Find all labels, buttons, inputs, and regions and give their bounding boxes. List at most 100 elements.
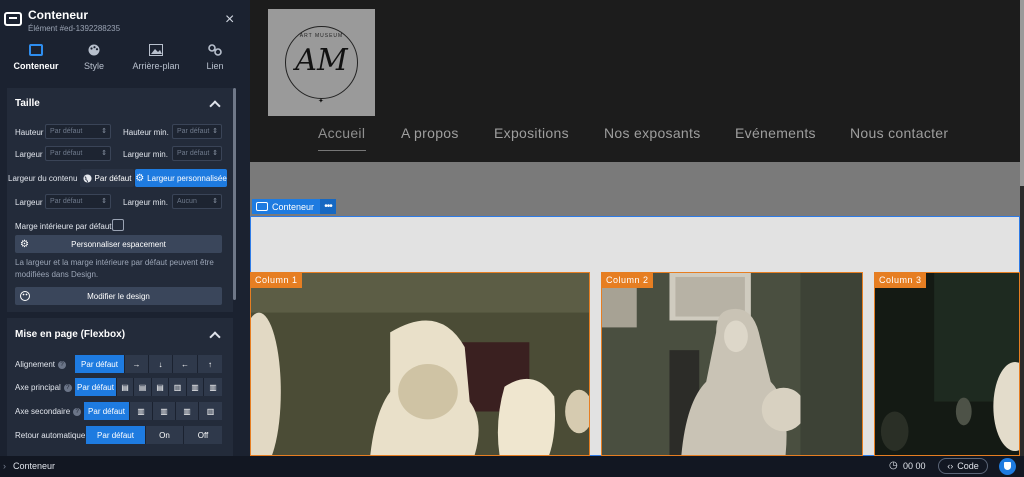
- tab-label: Lien: [206, 61, 224, 71]
- nav-item-nous-contacter[interactable]: Nous contacter: [850, 125, 948, 141]
- palette-icon: [88, 44, 100, 56]
- wrap-label: Retour automatique: [15, 431, 86, 440]
- nav-item-accueil[interactable]: Accueil: [318, 125, 365, 141]
- cross-axis-control: Par défaut ▥ ▥ ▥ ▥: [84, 402, 222, 420]
- sculpture-photo: [251, 273, 589, 455]
- nav-item-expositions[interactable]: Expositions: [494, 125, 569, 141]
- panel-tabs: Conteneur Style Arrière-plan Lien: [0, 44, 250, 80]
- button-label: Largeur personnalisée: [147, 173, 227, 183]
- chevron-up-icon[interactable]: [209, 331, 221, 343]
- timer: 00 00: [903, 461, 926, 471]
- code-button-label: Code: [957, 461, 979, 471]
- container-icon: [29, 44, 43, 56]
- code-button[interactable]: ‹› Code: [938, 458, 988, 474]
- column-tag[interactable]: Column 1: [251, 273, 302, 288]
- cross-axis-default-option[interactable]: Par défaut: [84, 402, 130, 420]
- content-width-default-button[interactable]: Par défaut: [80, 169, 134, 187]
- tab-conteneur[interactable]: Conteneur: [12, 44, 60, 71]
- min-height-input[interactable]: Par défaut: [172, 124, 222, 139]
- column-1[interactable]: Column 1: [250, 272, 590, 456]
- min-width-input[interactable]: Par défaut: [172, 146, 222, 161]
- alignment-right-option[interactable]: →: [125, 355, 149, 373]
- width2-input[interactable]: Par défaut: [45, 194, 111, 209]
- section-title: Mise en page (Flexbox): [15, 329, 126, 340]
- close-icon[interactable]: ×: [225, 12, 234, 28]
- site-logo[interactable]: ART MUSEUM AM ✦: [268, 9, 375, 116]
- button-label: Par défaut: [94, 173, 132, 183]
- tab-arriere-plan[interactable]: Arrière-plan: [128, 44, 184, 71]
- wrap-on-option[interactable]: On: [146, 426, 184, 444]
- tab-label: Arrière-plan: [132, 61, 180, 71]
- column-2[interactable]: Column 2: [601, 272, 863, 456]
- min-height-label: Hauteur min.: [123, 128, 169, 137]
- sculpture-photo: [875, 273, 1019, 455]
- min-width-label: Largeur min.: [123, 150, 168, 159]
- section-title: Taille: [15, 98, 40, 109]
- active-nav-underline: [318, 150, 366, 151]
- nav-item-nos-exposants[interactable]: Nos exposants: [604, 125, 701, 141]
- alignment-down-option[interactable]: ↓: [149, 355, 173, 373]
- width-input[interactable]: Par défaut: [45, 146, 111, 161]
- panel-scrollbar[interactable]: [233, 88, 236, 300]
- help-icon[interactable]: ?: [63, 383, 72, 392]
- justify-between-icon[interactable]: ▥: [169, 378, 187, 396]
- alignment-up-option[interactable]: ↑: [198, 355, 222, 373]
- settings-panel: Conteneur Élément #ed-1392288235 × Conte…: [0, 0, 250, 456]
- design-note: La largeur et la marge intérieure par dé…: [15, 258, 214, 279]
- sculpture-photo: [602, 273, 862, 455]
- main-axis-default-option[interactable]: Par défaut: [75, 378, 117, 396]
- help-icon[interactable]: ?: [73, 407, 82, 416]
- column-tag[interactable]: Column 2: [602, 273, 653, 288]
- logo-top-text: ART MUSEUM: [299, 33, 344, 39]
- preview-scrollbar[interactable]: [1020, 0, 1024, 456]
- height-input[interactable]: Par défaut: [45, 124, 111, 139]
- edit-design-button[interactable]: Modifier le design: [15, 287, 222, 305]
- justify-around-icon[interactable]: ▥: [187, 378, 204, 396]
- wrap-default-option[interactable]: Par défaut: [86, 426, 146, 444]
- scrollbar-thumb[interactable]: [1020, 0, 1024, 186]
- container-tag[interactable]: Conteneur •••: [252, 199, 337, 214]
- alignment-default-option[interactable]: Par défaut: [75, 355, 125, 373]
- min-width2-input[interactable]: Aucun: [172, 194, 222, 209]
- panel-header: Conteneur Élément #ed-1392288235 ×: [0, 0, 250, 40]
- alignment-left-option[interactable]: ←: [173, 355, 198, 373]
- container-tag-label: Conteneur: [272, 201, 315, 212]
- alignment-label: Alignement?: [15, 360, 67, 369]
- content-width-custom-button[interactable]: ⚙ Largeur personnalisée: [135, 169, 227, 187]
- nav-item-evenements[interactable]: Evénements: [735, 125, 816, 141]
- column-3[interactable]: Column 3: [874, 272, 1020, 456]
- shield-icon[interactable]: [999, 458, 1016, 475]
- image-icon: [149, 44, 163, 56]
- align-start-icon[interactable]: ▥: [130, 402, 153, 420]
- tab-style[interactable]: Style: [78, 44, 110, 71]
- alignment-control: Par défaut → ↓ ← ↑: [75, 355, 222, 373]
- more-icon[interactable]: •••: [320, 199, 337, 214]
- cross-axis-label: Axe secondaire?: [15, 407, 82, 416]
- height-label: Hauteur: [15, 128, 44, 137]
- justify-center-icon[interactable]: ▤: [134, 378, 152, 396]
- link-icon: [208, 44, 222, 56]
- wrap-off-option[interactable]: Off: [184, 426, 222, 444]
- customize-spacing-button[interactable]: ⚙ Personnaliser espacement: [15, 235, 222, 253]
- chevron-up-icon[interactable]: [209, 100, 221, 112]
- align-end-icon[interactable]: ▥: [176, 402, 199, 420]
- container-icon: [256, 202, 268, 211]
- align-center-icon[interactable]: ▥: [153, 402, 176, 420]
- clock-icon: ◷: [889, 460, 898, 471]
- app: Conteneur Élément #ed-1392288235 × Conte…: [0, 0, 1024, 477]
- default-padding-checkbox[interactable]: [112, 219, 124, 231]
- justify-evenly-icon[interactable]: ▥: [204, 378, 222, 396]
- content-width-label: Largeur du contenu: [8, 174, 78, 183]
- tab-lien[interactable]: Lien: [200, 44, 230, 71]
- min-width2-label: Largeur min.: [123, 198, 168, 207]
- help-icon[interactable]: ?: [58, 360, 67, 369]
- align-stretch-icon[interactable]: ▥: [199, 402, 222, 420]
- width-label: Largeur: [15, 150, 43, 159]
- justify-start-icon[interactable]: ▤: [117, 378, 134, 396]
- container-icon: [4, 12, 22, 26]
- justify-end-icon[interactable]: ▤: [152, 378, 169, 396]
- nav-item-a-propos[interactable]: A propos: [401, 125, 459, 141]
- column-tag[interactable]: Column 3: [875, 273, 926, 288]
- tab-label: Conteneur: [13, 61, 59, 71]
- breadcrumb[interactable]: Conteneur: [13, 461, 55, 471]
